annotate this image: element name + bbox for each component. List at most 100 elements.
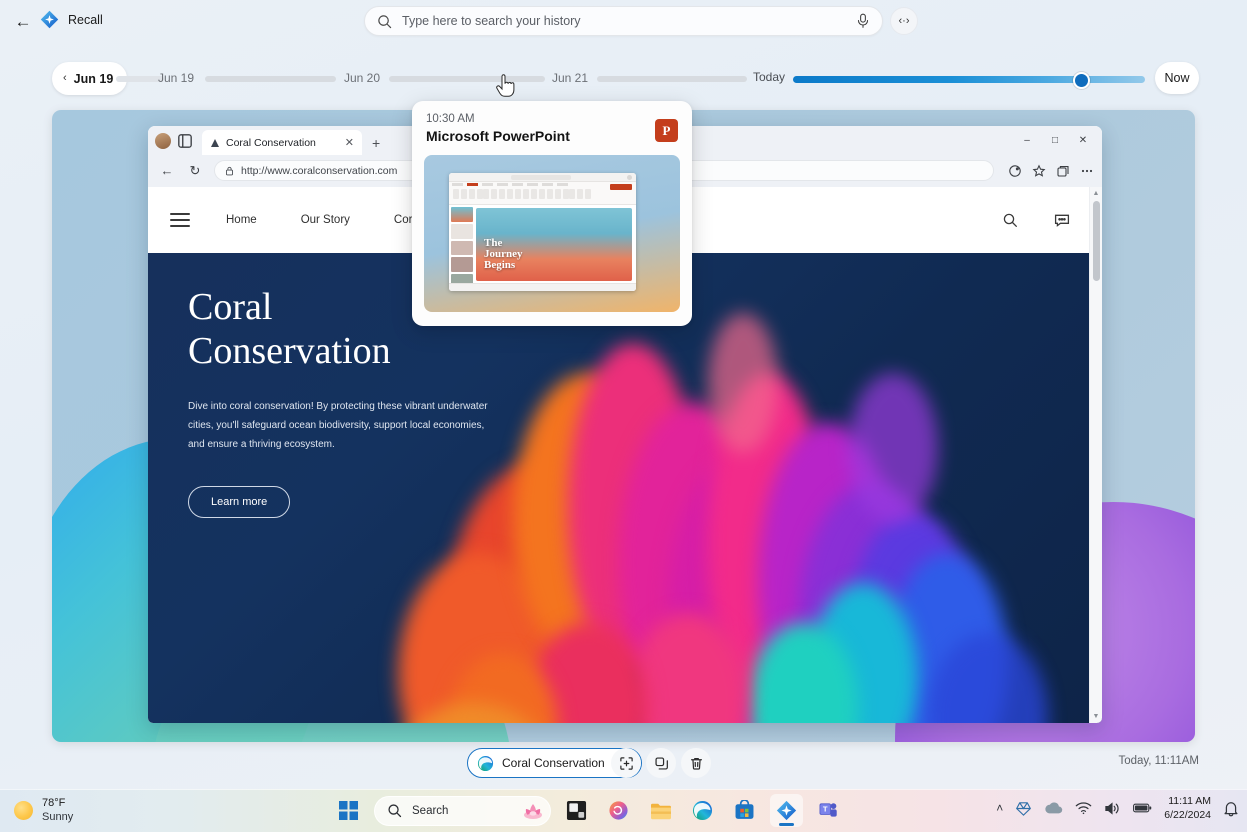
weather-condition: Sunny xyxy=(42,811,74,823)
powerpoint-icon-letter: P xyxy=(662,122,671,138)
scroll-down-arrow-icon[interactable]: ▼ xyxy=(1090,713,1102,720)
timeline-label-jun21: Jun 21 xyxy=(552,71,589,85)
edge-icon xyxy=(692,800,713,821)
settings-more-icon[interactable] xyxy=(1080,164,1094,178)
tab-favicon xyxy=(211,138,219,147)
microphone-icon[interactable] xyxy=(856,13,870,29)
gem-icon[interactable] xyxy=(1015,800,1032,817)
timeline-chip-label: Jun 19 xyxy=(73,71,114,86)
site-link-our-story[interactable]: Our Story xyxy=(301,214,350,226)
tab-actions-icon[interactable] xyxy=(176,132,194,148)
file-explorer-icon xyxy=(650,803,671,819)
timeline-today-track[interactable] xyxy=(793,76,1145,83)
weather-temperature: 78°F xyxy=(42,797,66,809)
file-explorer-button[interactable] xyxy=(644,794,677,827)
hamburger-menu-icon[interactable] xyxy=(170,213,190,227)
search-icon xyxy=(388,804,402,818)
scrollbar-thumb[interactable] xyxy=(1093,201,1100,281)
search-icon xyxy=(378,14,392,28)
notifications-bell-icon[interactable] xyxy=(1223,800,1239,817)
microsoft-store-button[interactable] xyxy=(728,794,761,827)
clock-date: 6/22/2024 xyxy=(1164,809,1211,821)
taskbar-clock[interactable]: 11:11 AM 6/22/2024 xyxy=(1164,794,1211,822)
tab-close-icon[interactable]: ✕ xyxy=(345,136,354,149)
active-slide: The Journey Begins xyxy=(476,208,632,281)
timeline-segment-1[interactable] xyxy=(205,76,336,82)
start-button[interactable] xyxy=(332,794,365,827)
preview-app-name: Microsoft PowerPoint xyxy=(426,128,570,144)
taskbar-weather-widget[interactable]: 78°F Sunny xyxy=(14,796,73,824)
expand-glyph: ‹·› xyxy=(898,15,910,27)
close-button[interactable]: ✕ xyxy=(1070,130,1096,151)
site-link-home[interactable]: Home xyxy=(226,214,257,226)
new-tab-button[interactable]: + xyxy=(372,135,380,151)
timeline-segment-3[interactable] xyxy=(597,76,747,82)
hidden-icons-chevron[interactable]: ˄ xyxy=(996,801,1003,815)
site-utility-icons xyxy=(1002,212,1070,228)
browser-toolbar-icons xyxy=(1004,164,1094,178)
onedrive-icon[interactable] xyxy=(1044,801,1063,815)
browser-back-icon[interactable]: ← xyxy=(158,163,176,178)
windows-taskbar: 78°F Sunny Search T ˄ 11:11 AM 6/22/2024 xyxy=(0,789,1247,832)
search-bar[interactable] xyxy=(364,6,883,36)
browser-reload-icon[interactable]: ↻ xyxy=(186,163,204,179)
collections-icon[interactable] xyxy=(1008,164,1022,178)
snip-button[interactable] xyxy=(611,748,641,778)
taskbar-search-box[interactable]: Search xyxy=(374,795,551,826)
timeline-label-today: Today xyxy=(753,70,786,84)
teams-button[interactable]: T xyxy=(812,794,845,827)
powerpoint-window-thumbnail: The Journey Begins xyxy=(449,173,636,291)
snapshot-app-label: Coral Conservation xyxy=(502,756,605,770)
browser-tab[interactable]: Coral Conservation ✕ xyxy=(202,130,362,155)
site-chat-icon[interactable] xyxy=(1054,212,1070,228)
edge-button[interactable] xyxy=(686,794,719,827)
task-view-button[interactable] xyxy=(560,794,593,827)
now-button[interactable]: Now xyxy=(1155,62,1199,94)
chevron-left-icon: ‹ xyxy=(63,72,67,84)
search-input[interactable] xyxy=(392,14,856,28)
back-button[interactable]: ← xyxy=(10,9,36,35)
app-title: Recall xyxy=(68,12,103,27)
hero-title-line-2: Conservation xyxy=(188,330,391,372)
taskbar-search-label: Search xyxy=(412,804,449,817)
timeline-segment-2[interactable] xyxy=(389,76,545,82)
now-label: Now xyxy=(1164,71,1190,85)
url-text: http://www.coralconservation.com xyxy=(241,164,398,177)
system-tray: ˄ 11:11 AM 6/22/2024 xyxy=(996,794,1239,822)
start-icon xyxy=(339,801,358,820)
timeline-scrubber[interactable]: ‹ Jun 19 Jun 19 Jun 20 Jun 21 Today Now xyxy=(0,62,1247,98)
slide-thumbnail-rail xyxy=(449,205,475,291)
timeline-preview-card[interactable]: 10:30 AM Microsoft PowerPoint P The Jour… xyxy=(412,101,692,326)
recall-icon xyxy=(776,800,797,821)
timeline-thumb[interactable] xyxy=(1073,72,1090,89)
hero-paragraph: Dive into coral conservation! By protect… xyxy=(188,401,488,450)
timeline-label-jun19: Jun 19 xyxy=(158,71,195,85)
copy-button[interactable] xyxy=(646,748,676,778)
minimize-button[interactable]: – xyxy=(1014,130,1040,151)
copy-icon xyxy=(654,756,668,770)
window-controls: – □ ✕ xyxy=(1014,130,1096,151)
preview-thumbnail: The Journey Begins xyxy=(424,155,680,312)
browser-scrollbar[interactable]: ▲ ▼ xyxy=(1089,187,1102,723)
scroll-up-arrow-icon[interactable]: ▲ xyxy=(1090,190,1102,197)
profile-avatar[interactable] xyxy=(155,133,171,149)
maximize-button[interactable]: □ xyxy=(1042,130,1068,151)
timeline-segment-0[interactable] xyxy=(116,76,164,82)
expand-collapse-button[interactable]: ‹·› xyxy=(890,7,918,35)
lock-icon xyxy=(225,166,234,175)
battery-icon[interactable] xyxy=(1133,802,1152,814)
recall-button[interactable] xyxy=(770,794,803,827)
learn-more-button[interactable]: Learn more xyxy=(188,486,291,518)
site-search-icon[interactable] xyxy=(1002,212,1018,228)
taskbar-center-group: Search T xyxy=(332,794,845,827)
browser-essentials-icon[interactable] xyxy=(1056,164,1070,178)
volume-icon[interactable] xyxy=(1104,801,1121,816)
copilot-icon xyxy=(609,801,628,820)
svg-text:T: T xyxy=(823,805,828,814)
copilot-button[interactable] xyxy=(602,794,635,827)
wifi-icon[interactable] xyxy=(1075,801,1092,815)
delete-icon xyxy=(690,757,702,770)
delete-button[interactable] xyxy=(681,748,711,778)
favorites-star-icon[interactable] xyxy=(1032,164,1046,178)
snip-icon xyxy=(619,756,633,770)
